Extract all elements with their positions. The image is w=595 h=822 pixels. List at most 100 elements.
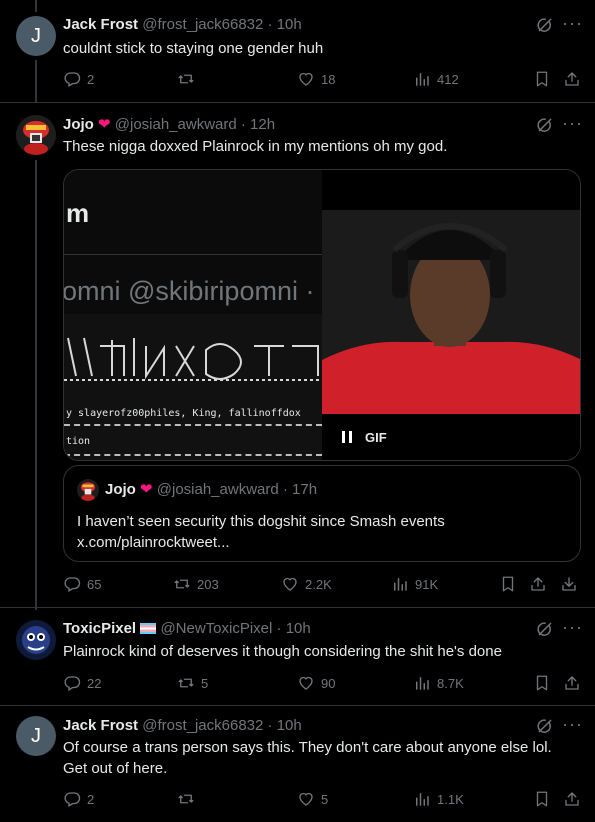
tweet-media[interactable]: m omni @skibiripomni · y slayerofz00phil… bbox=[63, 169, 581, 461]
grok-icon[interactable] bbox=[536, 16, 554, 34]
views-button[interactable]: 8.7K bbox=[413, 674, 464, 692]
tweet-actions: 65 203 2.2K 91K bbox=[63, 575, 583, 595]
quote-avatar-image bbox=[77, 479, 99, 501]
like-button[interactable]: 18 bbox=[297, 70, 335, 88]
views-icon bbox=[413, 790, 431, 808]
pause-icon[interactable] bbox=[342, 431, 352, 443]
quote-avatar[interactable] bbox=[77, 479, 99, 501]
display-name[interactable]: Jojo bbox=[63, 116, 94, 133]
bookmark-button[interactable] bbox=[533, 790, 557, 808]
more-icon[interactable]: ··· bbox=[562, 715, 583, 733]
avatar[interactable]: J bbox=[16, 16, 56, 56]
display-name[interactable]: Jack Frost bbox=[63, 717, 138, 734]
reply-count: 2 bbox=[87, 71, 95, 87]
tweet-jack-frost-2[interactable]: J Jack Frost @frost_jack66832 · 10h ··· … bbox=[0, 706, 595, 822]
quote-link[interactable]: x.com/plainrocktweet... bbox=[77, 532, 567, 553]
avatar[interactable] bbox=[16, 620, 56, 660]
tweet-header: ToxicPixel @NewToxicPixel · 10h bbox=[63, 620, 311, 638]
tweet-text: Plainrock kind of deserves it though con… bbox=[63, 643, 502, 660]
grok-icon[interactable] bbox=[536, 717, 554, 735]
handle[interactable]: @frost_jack66832 bbox=[142, 16, 263, 33]
tweet-text: These nigga doxxed Plainrock in my menti… bbox=[63, 138, 448, 155]
reply-button[interactable]: 2 bbox=[63, 790, 94, 808]
handle[interactable]: @frost_jack66832 bbox=[142, 717, 263, 734]
views-button[interactable]: 1.1K bbox=[413, 790, 464, 808]
tweet-text: Of course a trans person says this. They… bbox=[63, 739, 552, 777]
like-button[interactable]: 90 bbox=[297, 674, 335, 692]
like-count: 5 bbox=[321, 791, 329, 807]
repost-button[interactable] bbox=[177, 790, 201, 808]
tweet-jack-frost-1[interactable]: J Jack Frost @frost_jack66832 · 10h ··· … bbox=[0, 0, 595, 103]
reply-icon bbox=[63, 674, 81, 692]
share-button[interactable] bbox=[529, 575, 553, 593]
grok-icon[interactable] bbox=[536, 620, 554, 638]
screenshot-line2: tion bbox=[66, 436, 91, 447]
like-button[interactable]: 5 bbox=[297, 790, 328, 808]
quote-text-block: I haven’t seen security this dogshit sin… bbox=[77, 511, 567, 553]
timestamp[interactable]: · 10h bbox=[268, 16, 302, 33]
timestamp[interactable]: · 10h bbox=[268, 717, 302, 734]
share-button[interactable] bbox=[563, 790, 587, 808]
bookmark-button[interactable] bbox=[499, 575, 523, 593]
reply-count: 65 bbox=[87, 576, 102, 592]
timestamp[interactable]: · 12h bbox=[241, 116, 275, 133]
more-icon[interactable]: ··· bbox=[562, 618, 583, 636]
reply-button[interactable]: 65 bbox=[63, 575, 101, 593]
tweet-toxicpixel[interactable]: ToxicPixel @NewToxicPixel · 10h ··· Plai… bbox=[0, 608, 595, 706]
reply-icon bbox=[63, 790, 81, 808]
heart-emoji-icon: ❤ bbox=[98, 116, 111, 133]
tweet-text: couldnt stick to staying one gender huh bbox=[63, 40, 324, 57]
tweet-header: Jojo ❤ @josiah_awkward · 12h bbox=[63, 116, 275, 134]
avatar[interactable] bbox=[16, 115, 56, 155]
handle[interactable]: @NewToxicPixel bbox=[160, 620, 272, 637]
gif-controls bbox=[322, 417, 580, 460]
reply-button[interactable]: 22 bbox=[63, 674, 101, 692]
views-icon bbox=[413, 674, 431, 692]
grok-icon[interactable] bbox=[536, 116, 554, 134]
download-icon bbox=[560, 575, 578, 593]
like-icon bbox=[297, 674, 315, 692]
like-button[interactable]: 2.2K bbox=[281, 575, 332, 593]
trans-flag-icon bbox=[140, 623, 157, 634]
repost-count: 203 bbox=[197, 576, 219, 592]
share-icon bbox=[563, 790, 581, 808]
gif-image[interactable]: GIF bbox=[322, 170, 580, 460]
like-count: 2.2K bbox=[305, 576, 332, 592]
screenshot-image[interactable]: m omni @skibiripomni · y slayerofz00phil… bbox=[64, 170, 322, 460]
more-icon[interactable]: ··· bbox=[562, 114, 583, 132]
views-button[interactable]: 412 bbox=[413, 70, 459, 88]
display-name[interactable]: ToxicPixel bbox=[63, 620, 136, 637]
share-button[interactable] bbox=[563, 674, 587, 692]
tweet-actions: 2 18 412 bbox=[63, 70, 583, 90]
avatar[interactable]: J bbox=[16, 716, 56, 756]
bookmark-button[interactable] bbox=[533, 674, 557, 692]
tweet-header: Jack Frost @frost_jack66832 · 10h bbox=[63, 717, 302, 735]
timestamp[interactable]: · 10h bbox=[277, 620, 311, 637]
repost-icon bbox=[177, 674, 195, 692]
bookmark-button[interactable] bbox=[533, 70, 557, 88]
tweet-actions: 2 5 1.1K bbox=[63, 790, 583, 810]
gif-badge: GIF bbox=[365, 430, 387, 445]
share-button[interactable] bbox=[563, 70, 587, 88]
repost-button[interactable] bbox=[177, 70, 201, 88]
share-icon bbox=[563, 70, 581, 88]
reply-icon bbox=[63, 70, 81, 88]
quote-handle: @josiah_awkward bbox=[156, 481, 279, 498]
like-icon bbox=[297, 790, 315, 808]
repost-icon bbox=[177, 790, 195, 808]
download-button[interactable] bbox=[560, 575, 584, 593]
avatar-image bbox=[16, 620, 56, 660]
reply-button[interactable]: 2 bbox=[63, 70, 94, 88]
display-name[interactable]: Jack Frost bbox=[63, 16, 138, 33]
repost-button[interactable]: 203 bbox=[173, 575, 219, 593]
more-icon[interactable]: ··· bbox=[562, 14, 583, 32]
handle[interactable]: @josiah_awkward bbox=[115, 116, 237, 133]
bookmark-icon bbox=[533, 674, 551, 692]
views-button[interactable]: 91K bbox=[391, 575, 438, 593]
tweet-actions: 22 5 90 8.7K bbox=[63, 674, 583, 694]
quoted-tweet[interactable]: Jojo ❤ @josiah_awkward · 17h I haven’t s… bbox=[63, 465, 581, 562]
repost-button[interactable]: 5 bbox=[177, 674, 208, 692]
reply-count: 22 bbox=[87, 675, 102, 691]
bookmark-icon bbox=[533, 790, 551, 808]
views-icon bbox=[413, 70, 431, 88]
